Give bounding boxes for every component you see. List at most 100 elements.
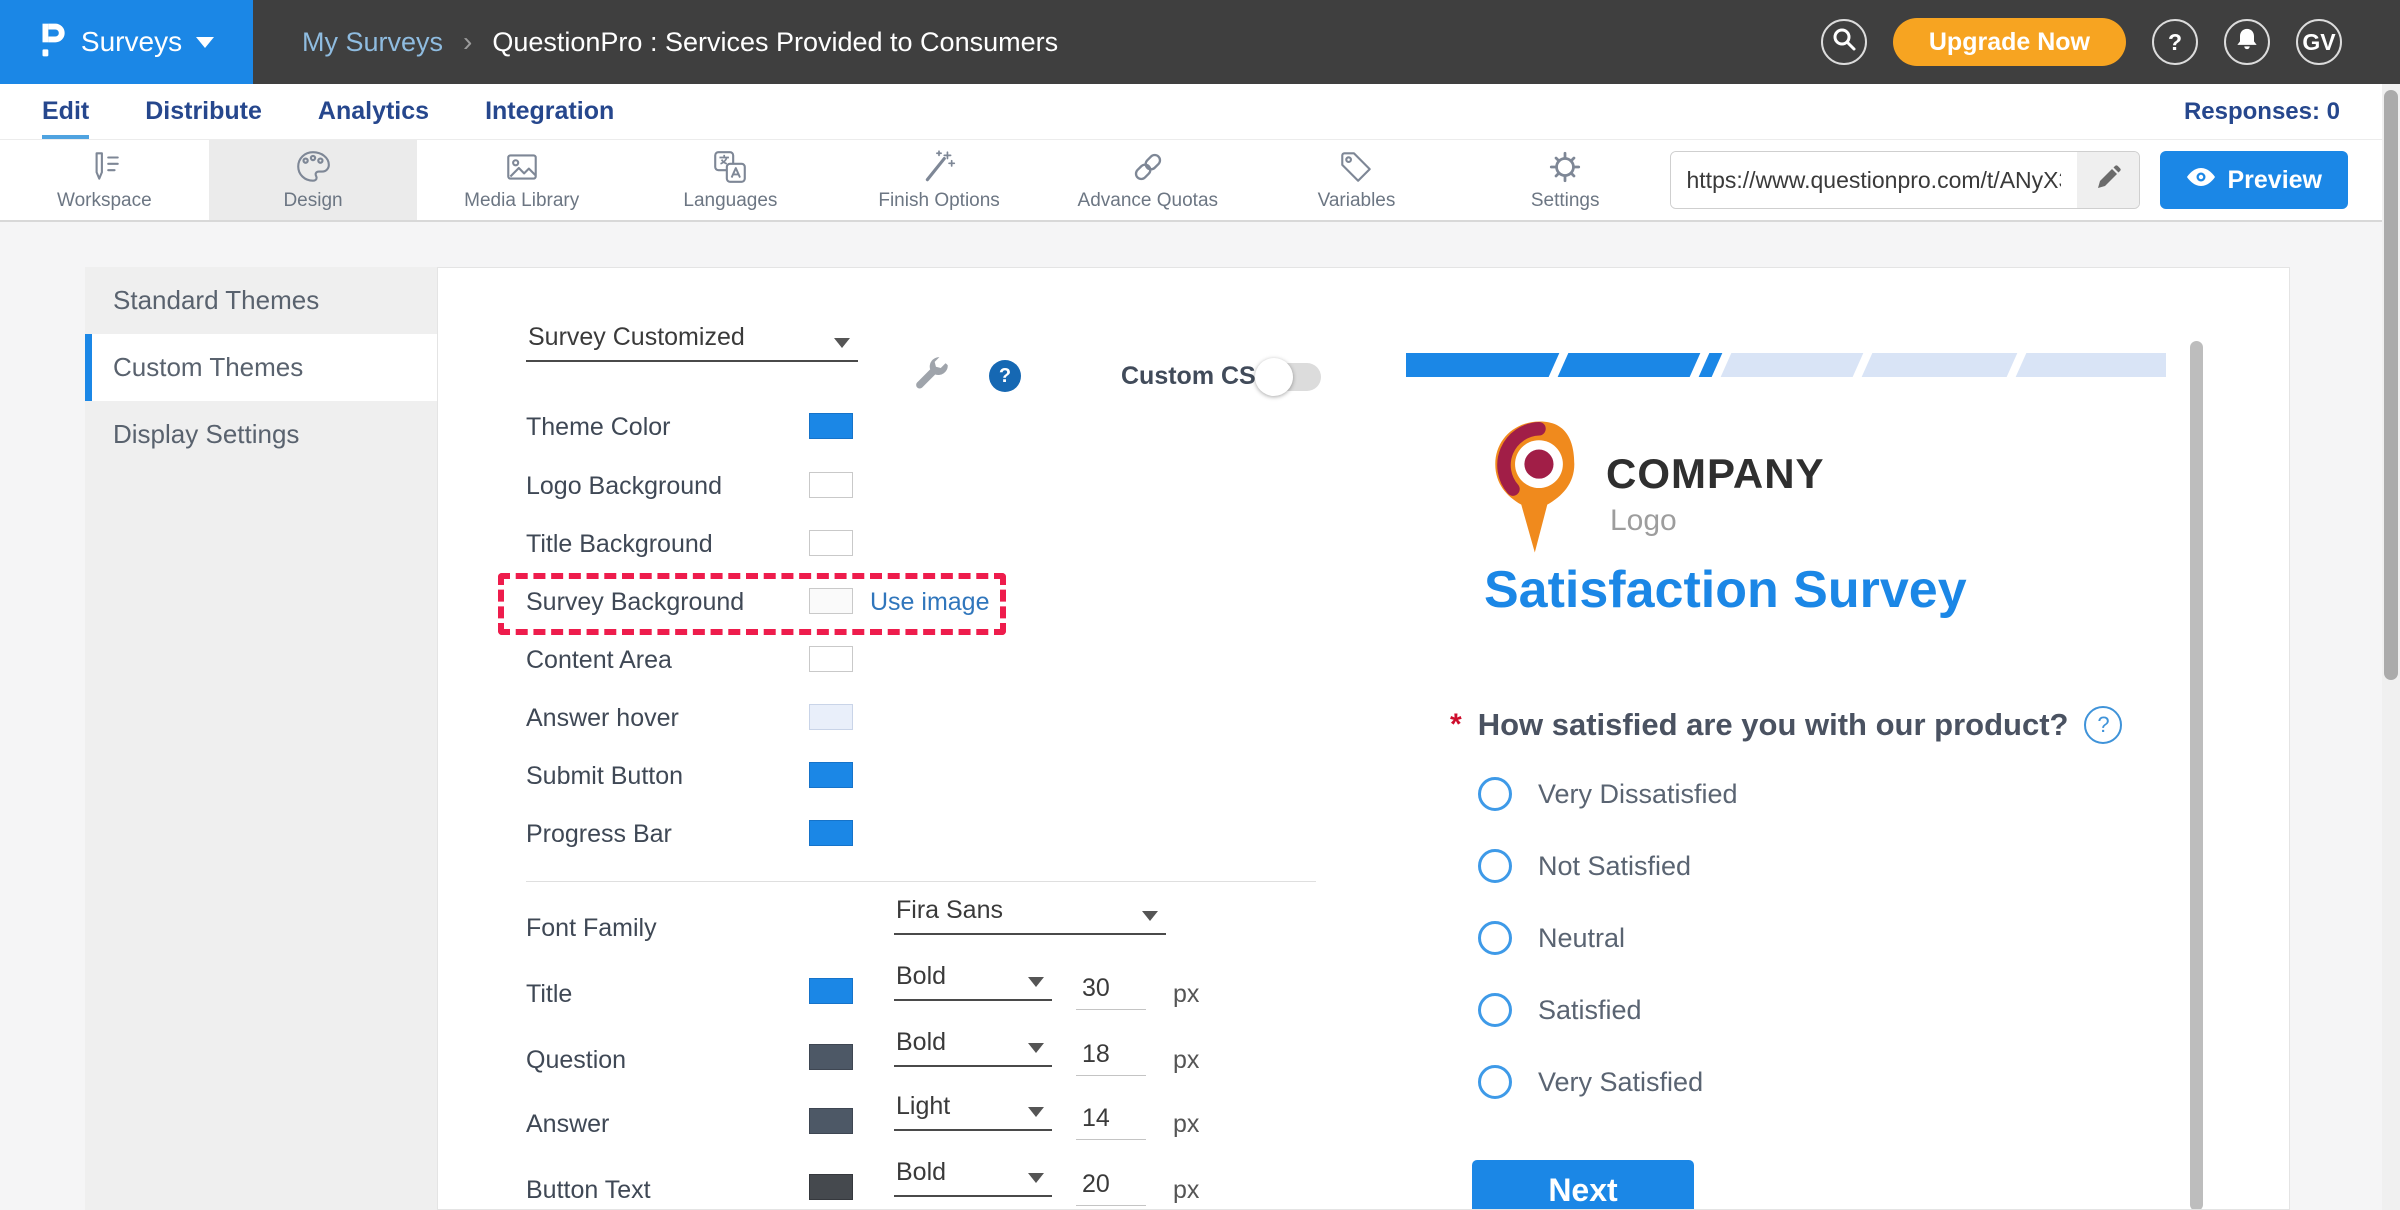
- chevron-down-icon: [1028, 1107, 1044, 1117]
- preview-scrollbar[interactable]: [2190, 341, 2203, 1210]
- logo-background-swatch[interactable]: [809, 472, 853, 498]
- toolbar-item-media-library[interactable]: Media Library: [417, 140, 626, 220]
- title-weight-select[interactable]: Bold: [894, 962, 1052, 1001]
- custom-theme-editor: Survey Customized ? Custom CSS Theme Col…: [437, 267, 2290, 1210]
- option-very-satisfied[interactable]: Very Satisfied: [1478, 1065, 1703, 1099]
- search-button[interactable]: [1821, 19, 1867, 65]
- submit-button-swatch[interactable]: [809, 762, 853, 788]
- toolbar-item-variables[interactable]: Variables: [1252, 140, 1461, 220]
- progress-segment: [1406, 353, 1559, 377]
- weight-value: Bold: [896, 1028, 946, 1057]
- section-nav: Edit Distribute Analytics Integration Re…: [0, 84, 2400, 140]
- progress-segment: [1721, 353, 1864, 377]
- page-scrollbar-thumb[interactable]: [2384, 90, 2398, 680]
- workspace-icon: [85, 148, 123, 186]
- breadcrumb-my-surveys[interactable]: My Surveys: [302, 27, 443, 58]
- custom-css-toggle[interactable]: [1259, 363, 1321, 391]
- use-image-link[interactable]: Use image: [870, 588, 990, 617]
- product-menu-label: Surveys: [81, 26, 182, 58]
- question-size-input[interactable]: 18: [1076, 1040, 1146, 1076]
- title-background-swatch[interactable]: [809, 530, 853, 556]
- button-text-size-input[interactable]: 20: [1076, 1170, 1146, 1206]
- answer-color-swatch[interactable]: [809, 1108, 853, 1134]
- edit-url-button[interactable]: [2077, 152, 2139, 208]
- media-library-icon: [503, 148, 541, 186]
- option-not-satisfied[interactable]: Not Satisfied: [1478, 849, 1691, 883]
- radio-icon[interactable]: [1478, 921, 1512, 955]
- company-logo-sub: Logo: [1610, 504, 1677, 538]
- radio-icon[interactable]: [1478, 849, 1512, 883]
- progress-bar-swatch[interactable]: [809, 820, 853, 846]
- settings-icon: [1546, 148, 1584, 186]
- sidebar-item-display-settings[interactable]: Display Settings: [85, 401, 437, 468]
- question-color-swatch[interactable]: [809, 1044, 853, 1070]
- design-toolbar: Workspace Design Media Library: [0, 140, 2400, 222]
- progress-segment: [2016, 353, 2166, 377]
- toolbar-item-finish-options[interactable]: Finish Options: [835, 140, 1044, 220]
- toolbar-item-label: Workspace: [57, 190, 152, 212]
- product-menu[interactable]: Surveys: [0, 0, 253, 84]
- bell-icon: [2233, 25, 2261, 59]
- sidebar-item-custom-themes[interactable]: Custom Themes: [85, 334, 437, 401]
- theme-select[interactable]: Survey Customized: [526, 323, 858, 362]
- radio-icon[interactable]: [1478, 993, 1512, 1027]
- survey-url-box: [1670, 151, 2140, 209]
- tab-integration[interactable]: Integration: [485, 84, 614, 139]
- upgrade-now-button[interactable]: Upgrade Now: [1893, 18, 2126, 66]
- preview-button-label: Preview: [2228, 166, 2323, 195]
- progress-segment: [1699, 353, 1723, 377]
- survey-url-input[interactable]: [1671, 152, 2077, 208]
- notifications-button[interactable]: [2224, 19, 2270, 65]
- option-label: Very Dissatisfied: [1538, 779, 1738, 810]
- survey-background-swatch[interactable]: [809, 588, 853, 614]
- toolbar-item-design[interactable]: Design: [209, 140, 418, 220]
- survey-progress-bar: [1406, 353, 2166, 377]
- color-row-label: Submit Button: [526, 762, 683, 791]
- question-weight-select[interactable]: Bold: [894, 1028, 1052, 1067]
- button-text-color-swatch[interactable]: [809, 1174, 853, 1200]
- chevron-down-icon: [1028, 977, 1044, 987]
- theme-help-icon[interactable]: ?: [989, 360, 1021, 392]
- tab-edit[interactable]: Edit: [42, 84, 89, 139]
- question-help-icon[interactable]: ?: [2084, 706, 2122, 744]
- themes-sidebar: Standard Themes Custom Themes Display Se…: [85, 267, 437, 1210]
- title-size-input[interactable]: 30: [1076, 974, 1146, 1010]
- chevron-down-icon: [834, 338, 850, 348]
- answer-size-input[interactable]: 14: [1076, 1104, 1146, 1140]
- help-button[interactable]: ?: [2152, 19, 2198, 65]
- avatar[interactable]: GV: [2296, 19, 2342, 65]
- option-very-dissatisfied[interactable]: Very Dissatisfied: [1478, 777, 1738, 811]
- color-row-label: Progress Bar: [526, 820, 672, 849]
- chevron-down-icon: [196, 37, 214, 48]
- answer-weight-select[interactable]: Light: [894, 1092, 1052, 1131]
- theme-color-swatch[interactable]: [809, 413, 853, 439]
- button-text-weight-select[interactable]: Bold: [894, 1158, 1052, 1197]
- radio-icon[interactable]: [1478, 1065, 1512, 1099]
- toolbar-item-label: Finish Options: [878, 190, 999, 212]
- toolbar-item-workspace[interactable]: Workspace: [0, 140, 209, 220]
- edit-theme-button[interactable]: [910, 354, 952, 401]
- color-row-label: Survey Background: [526, 588, 744, 617]
- option-satisfied[interactable]: Satisfied: [1478, 993, 1642, 1027]
- toolbar-item-label: Settings: [1531, 190, 1600, 212]
- next-button[interactable]: Next: [1472, 1160, 1694, 1210]
- font-family-select[interactable]: Fira Sans: [894, 896, 1166, 935]
- preview-button[interactable]: Preview: [2160, 151, 2349, 209]
- toolbar-item-label: Design: [283, 190, 342, 212]
- page-title: QuestionPro : Services Provided to Consu…: [492, 27, 1058, 58]
- option-neutral[interactable]: Neutral: [1478, 921, 1625, 955]
- section-divider: [526, 881, 1316, 882]
- sidebar-item-standard-themes[interactable]: Standard Themes: [85, 267, 437, 334]
- title-color-swatch[interactable]: [809, 978, 853, 1004]
- toolbar-item-advance-quotas[interactable]: Advance Quotas: [1043, 140, 1252, 220]
- radio-icon[interactable]: [1478, 777, 1512, 811]
- answer-hover-swatch[interactable]: [809, 704, 853, 730]
- toolbar-item-languages[interactable]: Languages: [626, 140, 835, 220]
- top-header: Surveys My Surveys › QuestionPro : Servi…: [0, 0, 2400, 84]
- toolbar-item-settings[interactable]: Settings: [1461, 140, 1670, 220]
- tab-analytics[interactable]: Analytics: [318, 84, 429, 139]
- color-row-label: Content Area: [526, 646, 672, 675]
- tab-distribute[interactable]: Distribute: [145, 84, 262, 139]
- content-area-swatch[interactable]: [809, 646, 853, 672]
- toolbar-item-label: Languages: [683, 190, 777, 212]
